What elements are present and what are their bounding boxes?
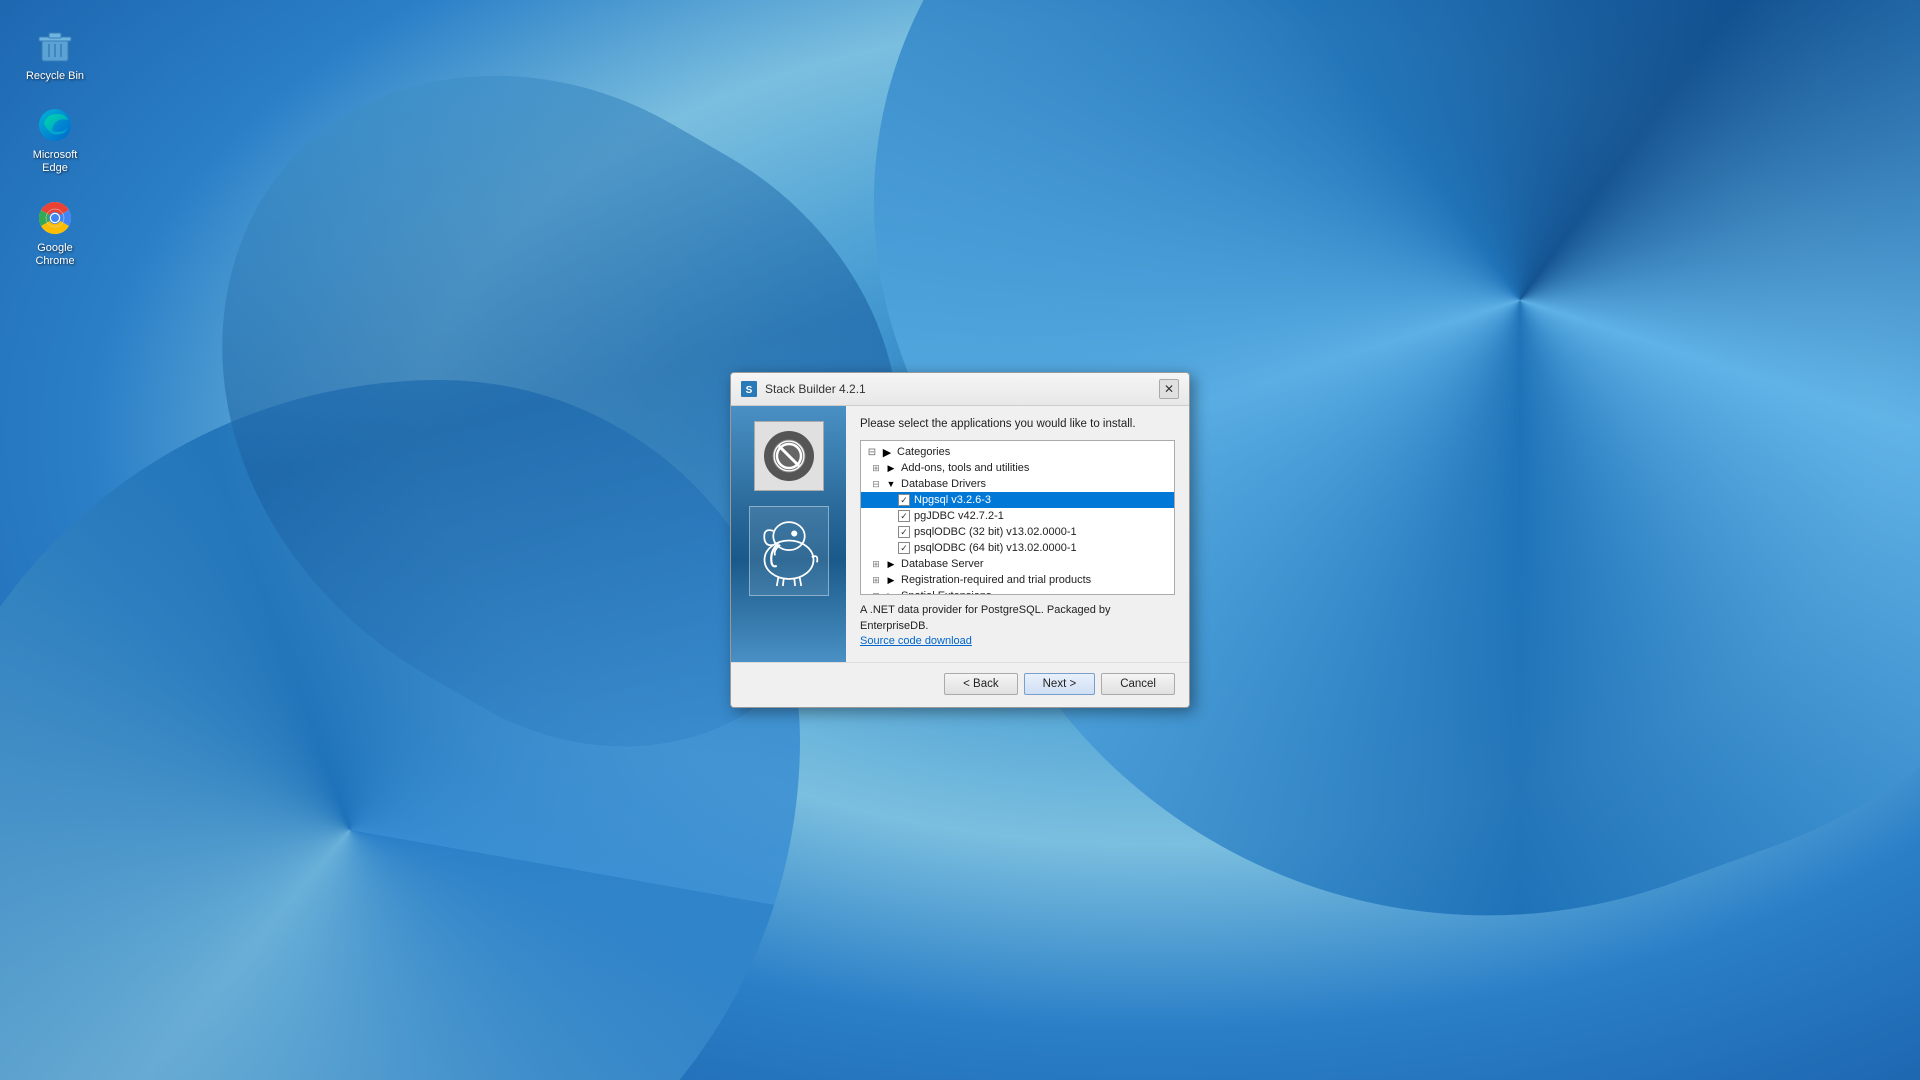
stack-builder-dialog: S Stack Builder 4.2.1 ✕ <box>730 372 1190 707</box>
description-text: A .NET data provider for PostgreSQL. Pac… <box>860 604 1111 631</box>
dialog-main-panel: Please select the applications you would… <box>846 406 1189 661</box>
dialog-overlay: S Stack Builder 4.2.1 ✕ <box>0 0 1920 1080</box>
spatial-label: Spatial Extensions <box>901 590 992 595</box>
categories-folder-icon: ▶ <box>880 445 894 459</box>
source-code-link[interactable]: Source code download <box>860 635 972 647</box>
dialog-titlebar: S Stack Builder 4.2.1 ✕ <box>731 373 1189 406</box>
psqlodbc32-label: psqlODBC (32 bit) v13.02.0000-1 <box>914 526 1077 538</box>
db-server-label: Database Server <box>901 558 984 570</box>
addons-arrow: ▶ <box>884 461 898 475</box>
back-button[interactable]: < Back <box>944 673 1017 695</box>
psqlodbc64-expand-empty <box>883 541 897 555</box>
svg-text:S: S <box>746 385 753 396</box>
dialog-buttons: < Back Next > Cancel <box>731 662 1189 707</box>
close-button[interactable]: ✕ <box>1159 379 1179 399</box>
description-area: A .NET data provider for PostgreSQL. Pac… <box>860 603 1175 649</box>
tree-registration[interactable]: ⊞ ▶ Registration-required and trial prod… <box>861 572 1174 588</box>
spatial-arrow: ▶ <box>884 589 898 595</box>
psqlodbc32-checkbox[interactable] <box>898 526 910 538</box>
tree-psqlodbc32[interactable]: psqlODBC (32 bit) v13.02.0000-1 <box>861 524 1174 540</box>
addons-expand[interactable]: ⊞ <box>869 461 883 475</box>
tree-psqlodbc64[interactable]: psqlODBC (64 bit) v13.02.0000-1 <box>861 540 1174 556</box>
pgjdbc-expand-empty <box>883 509 897 523</box>
db-server-expand[interactable]: ⊞ <box>869 557 883 571</box>
cancel-button[interactable]: Cancel <box>1101 673 1175 695</box>
npgsql-checkbox[interactable] <box>898 494 910 506</box>
db-drivers-arrow: ▼ <box>884 477 898 491</box>
sidebar-elephant-box <box>749 506 829 596</box>
tree-pgjdbc[interactable]: pgJDBC v42.7.2-1 <box>861 508 1174 524</box>
registration-expand[interactable]: ⊞ <box>869 573 883 587</box>
npgsql-label: Npgsql v3.2.6-3 <box>914 494 991 506</box>
tree-addons[interactable]: ⊞ ▶ Add-ons, tools and utilities <box>861 460 1174 476</box>
db-drivers-expand[interactable]: ⊟ <box>869 477 883 491</box>
registration-arrow: ▶ <box>884 573 898 587</box>
application-tree[interactable]: ▶ Categories ⊞ ▶ Add-ons, tools and util… <box>860 440 1175 595</box>
tree-db-server[interactable]: ⊞ ▶ Database Server <box>861 556 1174 572</box>
tree-db-drivers[interactable]: ⊟ ▼ Database Drivers <box>861 476 1174 492</box>
db-server-arrow: ▶ <box>884 557 898 571</box>
tree-spatial[interactable]: ⊞ ▶ Spatial Extensions <box>861 588 1174 595</box>
dialog-title-icon: S <box>741 381 757 397</box>
instruction-text: Please select the applications you would… <box>860 418 1175 430</box>
pgjdbc-label: pgJDBC v42.7.2-1 <box>914 510 1004 522</box>
pgjdbc-checkbox[interactable] <box>898 510 910 522</box>
db-drivers-label: Database Drivers <box>901 478 986 490</box>
psqlodbc32-expand-empty <box>883 525 897 539</box>
dialog-title-label: Stack Builder 4.2.1 <box>765 382 1151 396</box>
no-entry-logo <box>764 431 814 481</box>
addons-label: Add-ons, tools and utilities <box>901 462 1029 474</box>
tree-npgsql[interactable]: Npgsql v3.2.6-3 <box>861 492 1174 508</box>
sidebar-no-entry-box <box>754 421 824 491</box>
dialog-content: Please select the applications you would… <box>731 406 1189 661</box>
dialog-sidebar <box>731 406 846 661</box>
npgsql-expand-empty <box>883 493 897 507</box>
registration-label: Registration-required and trial products <box>901 574 1091 586</box>
categories-expand[interactable] <box>865 445 879 459</box>
tree-categories-root[interactable]: ▶ Categories <box>861 444 1174 460</box>
next-button[interactable]: Next > <box>1024 673 1096 695</box>
psqlodbc64-label: psqlODBC (64 bit) v13.02.0000-1 <box>914 542 1077 554</box>
spatial-expand[interactable]: ⊞ <box>869 589 883 595</box>
psqlodbc64-checkbox[interactable] <box>898 542 910 554</box>
categories-label: Categories <box>897 446 950 458</box>
